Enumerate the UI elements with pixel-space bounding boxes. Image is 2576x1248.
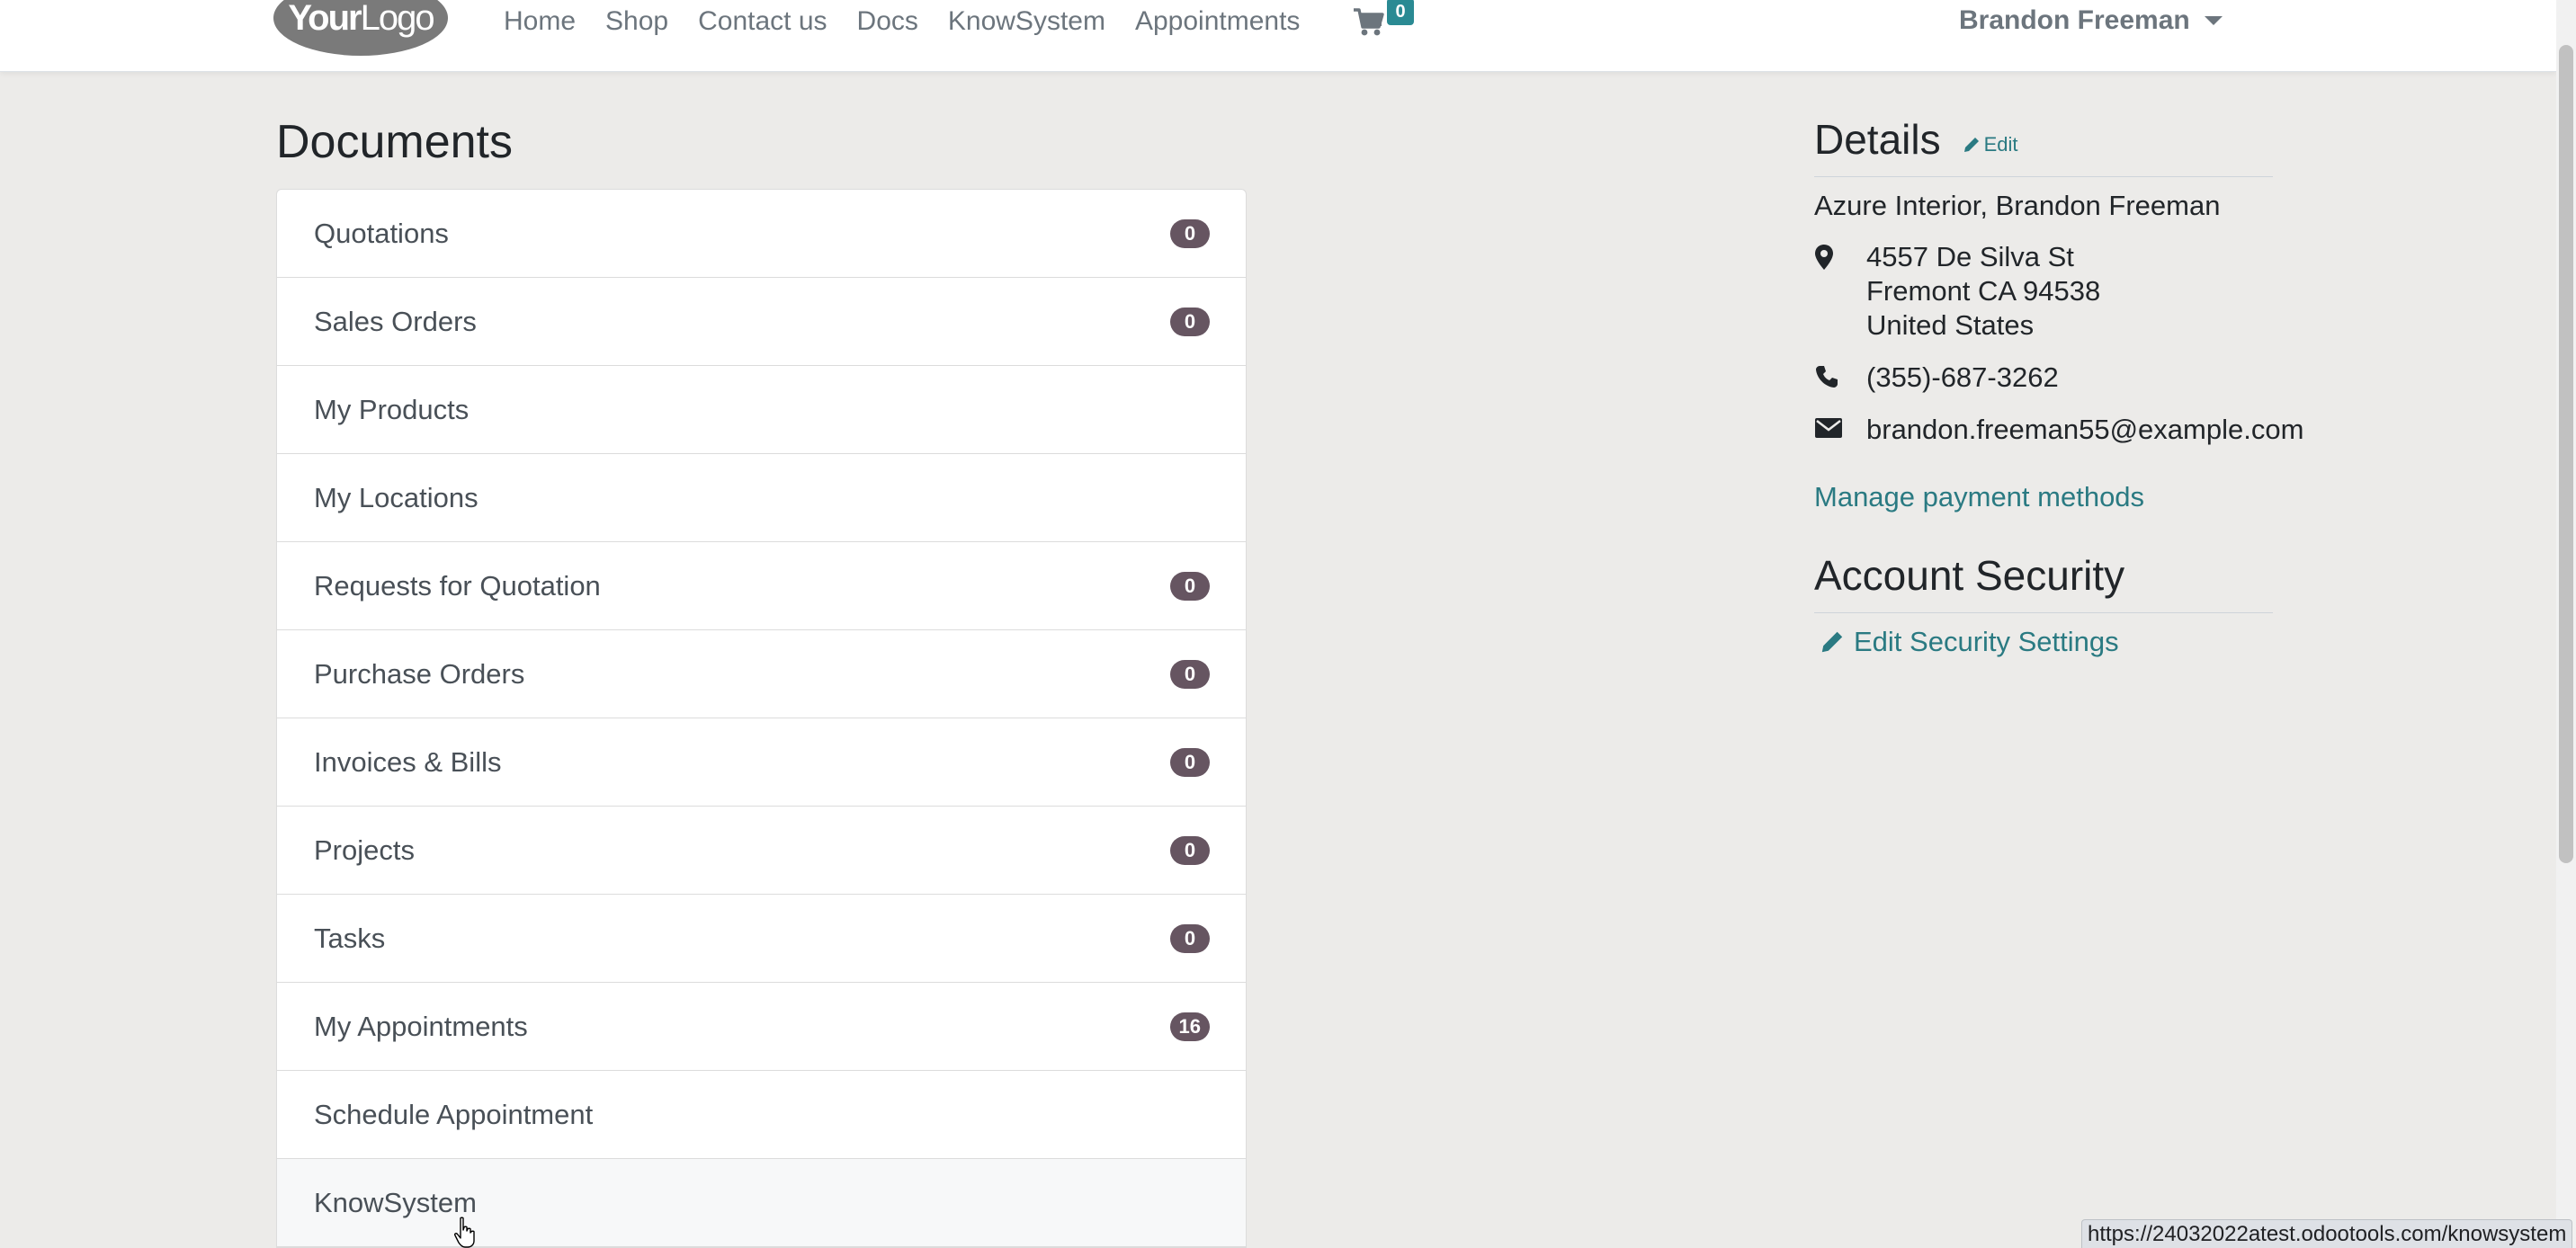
phone-number: (355)-687-3262	[1866, 361, 2059, 393]
details-title: Details	[1814, 116, 1941, 163]
count-badge: 0	[1170, 748, 1210, 777]
doc-item-label: Projects	[314, 833, 415, 866]
doc-item-tasks[interactable]: Tasks 0	[277, 895, 1246, 983]
details-panel: Details Edit Azure Interior, Brandon Fre…	[1814, 115, 2303, 658]
map-marker-icon	[1814, 240, 1866, 343]
doc-item-my-appointments[interactable]: My Appointments 16	[277, 983, 1246, 1071]
details-header: Details Edit	[1814, 115, 2273, 177]
cart-count-badge: 0	[1387, 0, 1414, 25]
doc-item-label: Schedule Appointment	[314, 1098, 594, 1130]
edit-label: Edit	[1983, 133, 2018, 156]
documents-list: Quotations 0 Sales Orders 0 My Products …	[276, 189, 1247, 1248]
security-title: Account Security	[1814, 552, 2125, 599]
nav-shop[interactable]: Shop	[605, 5, 668, 38]
doc-item-label: Sales Orders	[314, 305, 477, 337]
doc-item-projects[interactable]: Projects 0	[277, 807, 1246, 895]
count-badge: 16	[1169, 1012, 1210, 1041]
nav-knowsystem[interactable]: KnowSystem	[948, 5, 1105, 38]
doc-item-sales-orders[interactable]: Sales Orders 0	[277, 278, 1246, 366]
count-badge: 0	[1170, 219, 1210, 248]
count-badge: 0	[1170, 924, 1210, 953]
pencil-icon	[1821, 631, 1843, 653]
count-badge: 0	[1170, 836, 1210, 865]
doc-item-label: Requests for Quotation	[314, 569, 601, 602]
doc-item-my-locations[interactable]: My Locations	[277, 454, 1246, 542]
count-badge: 0	[1170, 308, 1210, 336]
hand-pointer-cursor-icon	[454, 1217, 475, 1248]
edit-details-link[interactable]: Edit	[1963, 133, 2018, 156]
doc-item-label: Quotations	[314, 217, 449, 249]
doc-item-requests-for-quotation[interactable]: Requests for Quotation 0	[277, 542, 1246, 630]
account-security-section: Account Security Edit Security Settings	[1814, 551, 2273, 658]
page-scrollbar[interactable]	[2556, 0, 2576, 1248]
address-country: United States	[1866, 309, 2035, 341]
doc-item-purchase-orders[interactable]: Purchase Orders 0	[277, 630, 1246, 718]
pencil-icon	[1963, 138, 1979, 152]
user-name: Brandon Freeman	[1959, 5, 2190, 35]
email-address: brandon.freeman55@example.com	[1866, 414, 2304, 445]
count-badge: 0	[1170, 660, 1210, 689]
nav-appointments[interactable]: Appointments	[1135, 5, 1300, 38]
logo-text-bold: Your	[288, 0, 362, 38]
address-block: 4557 De Silva St Fremont CA 94538 United…	[1866, 240, 2100, 343]
phone-icon	[1814, 361, 1866, 395]
logo-text: Logo	[360, 0, 435, 38]
page: Your Logo Home Shop Contact us Docs KnowS…	[0, 0, 2576, 1248]
doc-item-label: My Products	[314, 393, 470, 425]
address-city: Fremont CA 94538	[1866, 275, 2101, 307]
top-navbar: Your Logo Home Shop Contact us Docs KnowS…	[0, 0, 2556, 72]
nav-contact-us[interactable]: Contact us	[698, 5, 827, 38]
doc-item-label: Purchase Orders	[314, 657, 525, 690]
company-name: Azure Interior, Brandon Freeman	[1814, 190, 2221, 221]
edit-security-label: Edit Security Settings	[1854, 626, 2119, 657]
envelope-icon	[1814, 413, 1866, 447]
documents-title: Documents	[276, 116, 513, 168]
doc-item-invoices-bills[interactable]: Invoices & Bills 0	[277, 718, 1246, 807]
doc-item-label: My Locations	[314, 481, 479, 513]
cart-button[interactable]: 0	[1353, 0, 1416, 43]
count-badge: 0	[1170, 572, 1210, 601]
status-bar-url: https://24032022atest.odootools.com/know…	[2081, 1219, 2573, 1248]
doc-item-label: KnowSystem	[314, 1186, 477, 1218]
doc-item-label: Tasks	[314, 922, 386, 954]
doc-item-label: Invoices & Bills	[314, 745, 502, 778]
scrollbar-thumb[interactable]	[2559, 45, 2573, 863]
address-street: 4557 De Silva St	[1866, 241, 2074, 272]
manage-payment-methods-link[interactable]: Manage payment methods	[1814, 481, 2273, 513]
security-header: Account Security	[1814, 551, 2273, 613]
address-row: 4557 De Silva St Fremont CA 94538 United…	[1814, 240, 2273, 343]
doc-item-my-products[interactable]: My Products	[277, 366, 1246, 454]
nav-home[interactable]: Home	[504, 5, 576, 38]
user-menu-dropdown[interactable]: Brandon Freeman	[1959, 5, 2223, 36]
main-nav: Home Shop Contact us Docs KnowSystem App…	[504, 5, 1329, 38]
caret-down-icon	[2204, 16, 2223, 25]
doc-item-schedule-appointment[interactable]: Schedule Appointment	[277, 1071, 1246, 1159]
email-row: brandon.freeman55@example.com	[1814, 413, 2303, 447]
site-logo[interactable]: Your Logo	[273, 0, 448, 56]
doc-item-knowsystem[interactable]: KnowSystem	[277, 1159, 1246, 1247]
edit-security-settings-link[interactable]: Edit Security Settings	[1814, 626, 2273, 658]
doc-item-label: My Appointments	[314, 1010, 528, 1042]
phone-row: (355)-687-3262	[1814, 361, 2273, 395]
shopping-cart-icon	[1354, 8, 1384, 36]
doc-item-quotations[interactable]: Quotations 0	[277, 190, 1246, 278]
nav-docs[interactable]: Docs	[857, 5, 918, 38]
